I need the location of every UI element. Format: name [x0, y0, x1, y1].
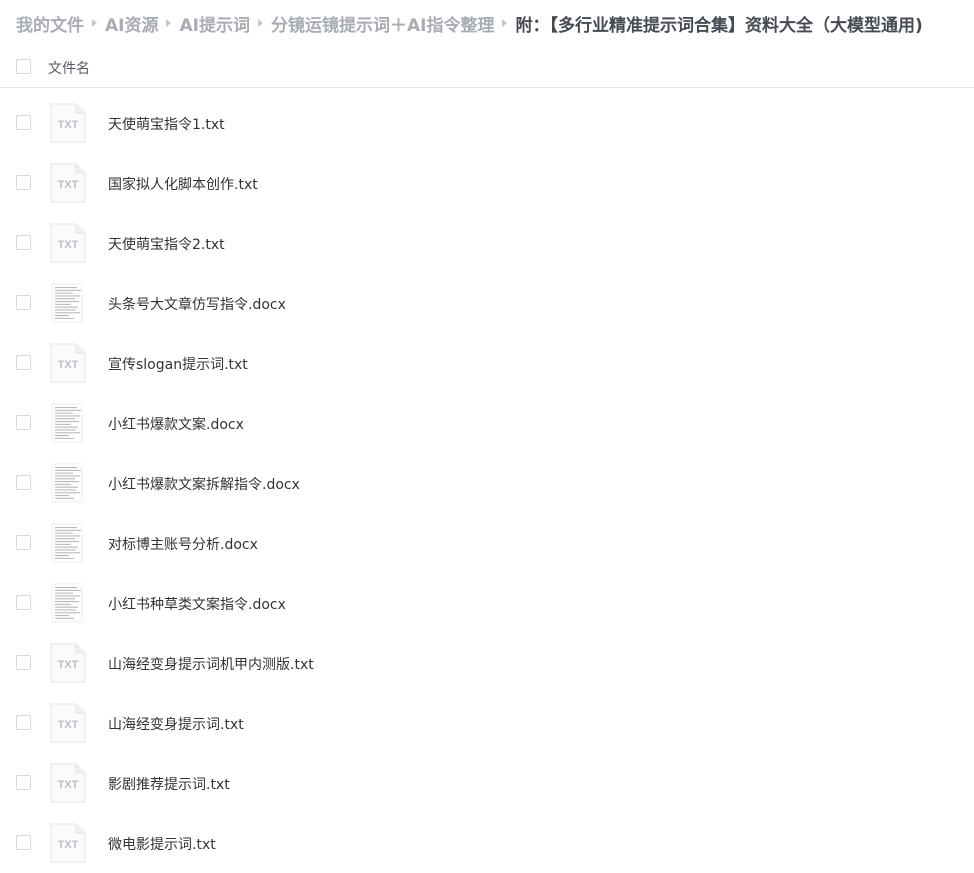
file-row[interactable]: TXT 微电影提示词.txt — [0, 813, 974, 873]
breadcrumb-link[interactable]: 分镜运镜提示词＋AI指令整理 — [271, 11, 494, 36]
txt-file-icon[interactable]: TXT — [50, 223, 86, 263]
svg-text:TXT: TXT — [58, 359, 79, 371]
document-thumbnail-icon[interactable] — [50, 583, 86, 623]
file-row[interactable]: 小红书爆款文案拆解指令.docx — [0, 453, 974, 513]
breadcrumb: 我的文件 AI资源 AI提示词 分镜运镜提示词＋AI指令整理 附：【多行业精准提示词合集… — [16, 9, 923, 37]
file-row[interactable]: 小红书种草类文案指令.docx — [0, 573, 974, 633]
file-row[interactable]: TXT 宣传slogan提示词.txt — [0, 333, 974, 393]
svg-text:TXT: TXT — [58, 659, 79, 671]
svg-text:TXT: TXT — [58, 119, 79, 131]
file-row[interactable]: TXT 影剧推荐提示词.txt — [0, 753, 974, 813]
svg-text:TXT: TXT — [58, 179, 79, 191]
file-checkbox[interactable] — [16, 415, 31, 430]
file-list-header: 文件名 — [0, 48, 974, 88]
file-name[interactable]: 天使萌宝指令2.txt — [108, 234, 225, 254]
file-name[interactable]: 小红书爆款文案.docx — [108, 414, 244, 434]
column-header-filename[interactable]: 文件名 — [48, 58, 90, 78]
breadcrumb-current: 附：【多行业精准提示词合集】资料大全（大模型通用) — [515, 15, 923, 36]
file-row[interactable]: TXT 山海经变身提示词机甲内测版.txt — [0, 633, 974, 693]
file-row[interactable]: TXT 山海经变身提示词.txt — [0, 693, 974, 753]
file-name[interactable]: 山海经变身提示词.txt — [108, 714, 244, 734]
file-name[interactable]: 头条号大文章仿写指令.docx — [108, 294, 286, 314]
txt-file-icon[interactable]: TXT — [50, 643, 86, 683]
file-checkbox[interactable] — [16, 355, 31, 370]
breadcrumb-link[interactable]: 我的文件 — [16, 11, 84, 36]
txt-file-icon[interactable]: TXT — [50, 163, 86, 203]
txt-file-icon[interactable]: TXT — [50, 703, 86, 743]
file-checkbox[interactable] — [16, 595, 31, 610]
file-checkbox[interactable] — [16, 175, 31, 190]
file-checkbox[interactable] — [16, 235, 31, 250]
file-checkbox[interactable] — [16, 835, 31, 850]
file-checkbox[interactable] — [16, 475, 31, 490]
file-row[interactable]: 对标博主账号分析.docx — [0, 513, 974, 573]
file-checkbox[interactable] — [16, 295, 31, 310]
file-checkbox[interactable] — [16, 655, 31, 670]
breadcrumb-link[interactable]: AI资源 — [105, 11, 158, 36]
file-checkbox[interactable] — [16, 115, 31, 130]
file-name[interactable]: 山海经变身提示词机甲内测版.txt — [108, 654, 314, 674]
breadcrumb-link[interactable]: AI提示词 — [179, 11, 249, 36]
select-all-checkbox[interactable] — [16, 59, 31, 74]
file-row[interactable]: TXT 天使萌宝指令2.txt — [0, 213, 974, 273]
breadcrumb-separator-icon — [166, 19, 172, 27]
file-name[interactable]: 影剧推荐提示词.txt — [108, 774, 230, 794]
file-name[interactable]: 小红书种草类文案指令.docx — [108, 594, 286, 614]
file-name[interactable]: 天使萌宝指令1.txt — [108, 114, 225, 134]
svg-text:TXT: TXT — [58, 239, 79, 251]
file-row[interactable]: 小红书爆款文案.docx — [0, 393, 974, 453]
txt-file-icon[interactable]: TXT — [50, 823, 86, 863]
breadcrumb-separator-icon — [502, 19, 508, 27]
file-name[interactable]: 国家拟人化脚本创作.txt — [108, 174, 258, 194]
breadcrumb-separator-icon — [257, 19, 263, 27]
document-thumbnail-icon[interactable] — [50, 283, 86, 323]
file-name[interactable]: 宣传slogan提示词.txt — [108, 354, 248, 374]
file-name[interactable]: 小红书爆款文案拆解指令.docx — [108, 474, 300, 494]
file-row[interactable]: TXT 天使萌宝指令1.txt — [0, 93, 974, 153]
svg-text:TXT: TXT — [58, 719, 79, 731]
txt-file-icon[interactable]: TXT — [50, 343, 86, 383]
file-name[interactable]: 对标博主账号分析.docx — [108, 534, 258, 554]
document-thumbnail-icon[interactable] — [50, 403, 86, 443]
file-list: TXT 天使萌宝指令1.txt TXT 国家拟人化脚本创作.txt TXT 天使萌宝指令2… — [0, 93, 974, 873]
file-checkbox[interactable] — [16, 775, 31, 790]
file-checkbox[interactable] — [16, 535, 31, 550]
file-name[interactable]: 微电影提示词.txt — [108, 834, 216, 854]
file-row[interactable]: 头条号大文章仿写指令.docx — [0, 273, 974, 333]
txt-file-icon[interactable]: TXT — [50, 763, 86, 803]
svg-text:TXT: TXT — [58, 779, 79, 791]
txt-file-icon[interactable]: TXT — [50, 103, 86, 143]
svg-text:TXT: TXT — [58, 839, 79, 851]
file-checkbox[interactable] — [16, 715, 31, 730]
document-thumbnail-icon[interactable] — [50, 523, 86, 563]
document-thumbnail-icon[interactable] — [50, 463, 86, 503]
file-row[interactable]: TXT 国家拟人化脚本创作.txt — [0, 153, 974, 213]
breadcrumb-separator-icon — [92, 19, 97, 27]
